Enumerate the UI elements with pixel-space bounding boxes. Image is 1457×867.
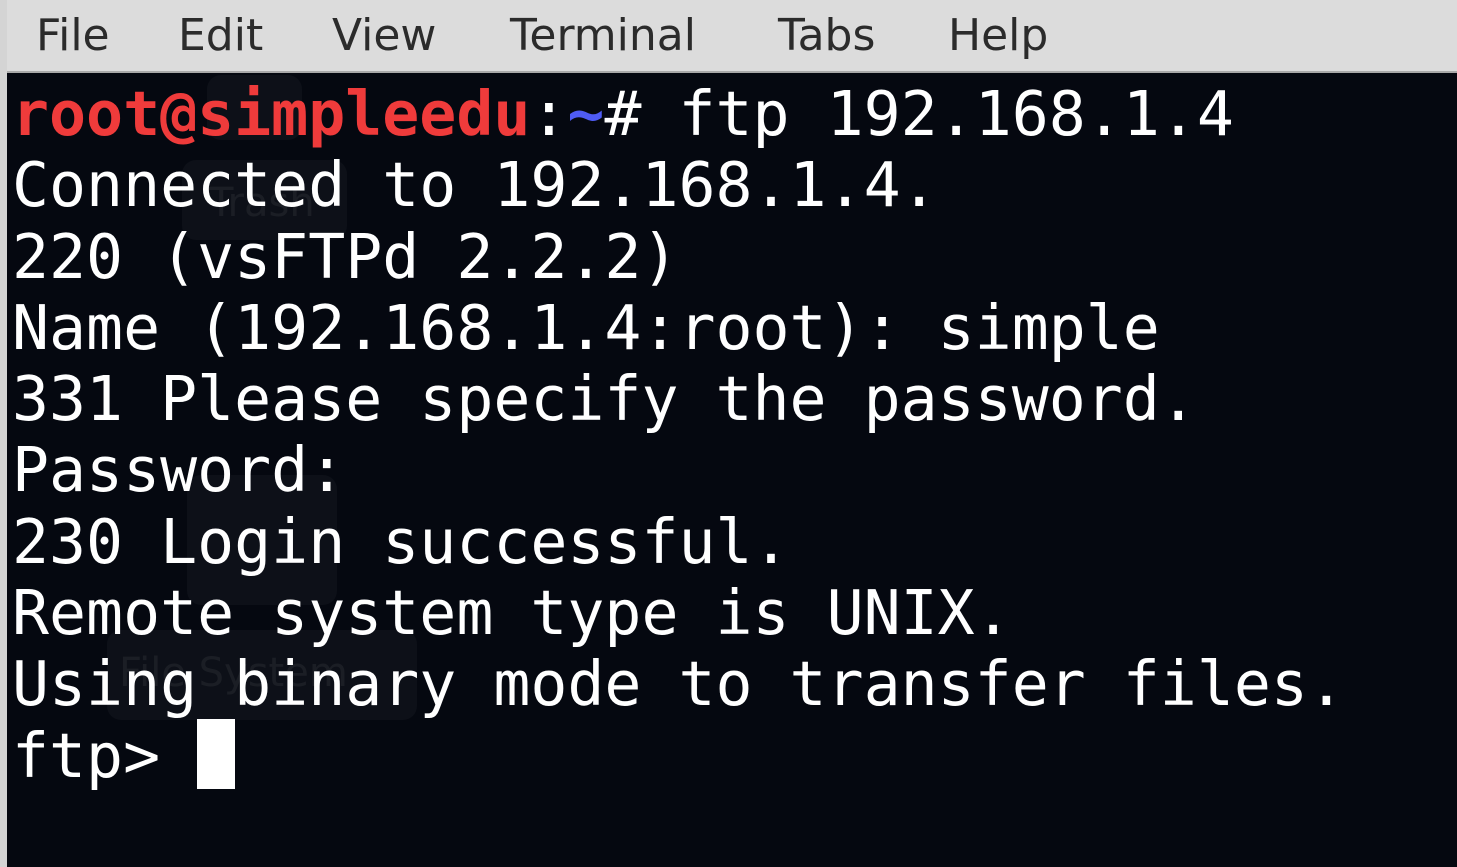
prompt-path: ~: [567, 78, 605, 150]
output-line: Using binary mode to transfer files.: [12, 648, 1345, 721]
command-text: ftp 192.168.1.4: [678, 78, 1234, 150]
output-line: Connected to 192.168.1.4.: [12, 149, 938, 222]
output-line: 220 (vsFTPd 2.2.2): [12, 220, 679, 293]
prompt-separator: :: [530, 78, 568, 150]
output-line: Remote system type is UNIX.: [12, 577, 1012, 650]
ftp-prompt: ftp>: [12, 719, 198, 792]
output-line: Name (192.168.1.4:root): simple: [12, 291, 1160, 364]
menu-file[interactable]: File: [36, 8, 110, 64]
menu-tabs[interactable]: Tabs: [778, 8, 875, 64]
output-line: 230 Login successful.: [12, 505, 790, 578]
menu-terminal[interactable]: Terminal: [510, 8, 696, 64]
menu-help[interactable]: Help: [948, 8, 1048, 64]
menu-edit[interactable]: Edit: [178, 8, 263, 64]
prompt-symbol: #: [604, 78, 679, 150]
window-edge: [0, 0, 7, 867]
terminal-lines: root@simpleedu:~# ftp 192.168.1.4 Connec…: [12, 78, 1345, 792]
output-line: 331 Please specify the password.: [12, 363, 1197, 436]
text-cursor[interactable]: [197, 718, 236, 789]
menu-view[interactable]: View: [332, 8, 436, 64]
output-line: Password:: [12, 434, 346, 507]
menu-bar: File Edit View Terminal Tabs Help: [7, 0, 1457, 73]
terminal-output-area[interactable]: Trash File System root@simpleedu:~# ftp …: [7, 75, 1457, 867]
command-line: root@simpleedu:~# ftp 192.168.1.4: [12, 78, 1345, 150]
terminal-window: File Edit View Terminal Tabs Help Trash …: [0, 0, 1457, 867]
ftp-prompt-line[interactable]: ftp>: [12, 718, 1345, 792]
prompt-user-host: root@simpleedu: [12, 78, 531, 150]
